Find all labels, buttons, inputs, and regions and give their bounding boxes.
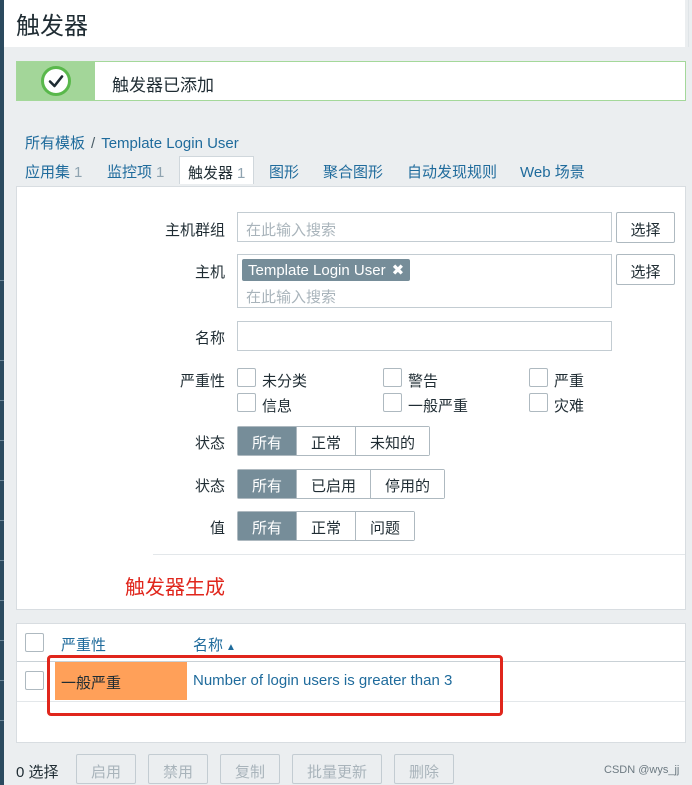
enable-button[interactable]: 启用 [76,754,136,784]
value-segmented-control: 所有 正常 问题 [237,511,416,541]
page-title: 触发器 [16,13,88,40]
severity-label-disaster: 灾难 [554,398,585,415]
host-group-label: 主机群组 [164,222,225,239]
breadcrumb-current[interactable]: Template Login User [101,135,239,152]
mass-update-button[interactable]: 批量更新 [292,754,382,784]
severity-label: 严重性 [179,373,225,390]
tab-discovery-rules[interactable]: 自动发现规则 [399,156,505,184]
severity-checkbox-warning[interactable] [383,368,402,387]
selected-count: 0 选择 [16,764,59,781]
breadcrumb-root[interactable]: 所有模板 [25,135,85,152]
breadcrumb: 所有模板 / Template Login User [25,132,239,153]
tab-triggers[interactable]: 触发器 1 [179,156,255,184]
state-option-unknown[interactable]: 未知的 [356,427,430,455]
host-label: 主机 [194,264,225,281]
sort-asc-icon: ▲ [226,642,236,653]
value-option-all[interactable]: 所有 [238,512,298,540]
severity-label-warning: 警告 [408,373,439,390]
remove-tag-icon[interactable]: ✖ [392,262,405,279]
host-tag: Template Login User ✖ [242,259,411,281]
severity-checkbox-disaster[interactable] [529,393,548,412]
highlight-box [47,655,503,716]
page-header: 触发器 [4,0,689,47]
host-search-placeholder[interactable]: 在此输入搜索 [246,286,336,307]
state-label: 状态 [194,435,225,452]
host-multiselect[interactable]: Template Login User ✖ 在此输入搜索 [237,254,612,308]
status-label: 状态 [194,478,225,495]
copy-button[interactable]: 复制 [220,754,280,784]
state-option-all[interactable]: 所有 [238,427,298,455]
tab-applications[interactable]: 应用集 1 [17,156,90,184]
value-label: 值 [209,520,225,537]
host-select-button[interactable]: 选择 [616,254,675,285]
disable-button[interactable]: 禁用 [148,754,208,784]
value-option-ok[interactable]: 正常 [297,512,357,540]
annotation-text: 触发器生成 [125,577,225,599]
status-segmented-control: 所有 已启用 停用的 [237,469,446,499]
message-icon-box [17,62,95,100]
tab-web-scenarios[interactable]: Web 场景 [512,156,593,184]
select-all-checkbox[interactable] [25,633,44,652]
status-option-enabled[interactable]: 已启用 [297,470,372,498]
footer-actions: 0 选择 启用 禁用 复制 批量更新 删除 CSDN @wys_jj [0,752,692,785]
status-option-disabled[interactable]: 停用的 [371,470,445,498]
header-severity[interactable]: 严重性 [61,634,106,655]
value-option-problem[interactable]: 问题 [356,512,415,540]
check-icon [41,66,71,96]
state-option-normal[interactable]: 正常 [297,427,357,455]
filter-panel: 主机群组 在此输入搜索 选择 主机 Template Login User ✖ 在… [16,186,686,610]
breadcrumb-separator: / [91,135,96,152]
severity-checkbox-not-classified[interactable] [237,368,256,387]
watermark: CSDN @wys_jj [604,764,680,776]
row-checkbox[interactable] [25,671,44,690]
delete-button[interactable]: 删除 [394,754,454,784]
host-group-select-button[interactable]: 选择 [616,212,675,243]
severity-checkbox-information[interactable] [237,393,256,412]
state-segmented-control: 所有 正常 未知的 [237,426,431,456]
severity-checkbox-high[interactable] [529,368,548,387]
severity-checkbox-average[interactable] [383,393,402,412]
sidebar-edge [0,0,4,785]
tab-graphs[interactable]: 图形 [261,156,307,184]
filter-divider [153,554,685,555]
success-message: 触发器已添加 [16,61,686,101]
severity-label-average: 一般严重 [408,398,469,415]
status-option-all[interactable]: 所有 [238,470,298,498]
tab-items[interactable]: 监控项 1 [99,156,172,184]
severity-label-information: 信息 [262,398,293,415]
message-text: 触发器已添加 [112,76,214,95]
severity-label-not-classified: 未分类 [262,373,308,390]
severity-label-high: 严重 [554,373,585,390]
name-input[interactable] [237,321,612,351]
header-name[interactable]: 名称 ▲ [193,634,236,655]
tab-screens[interactable]: 聚合图形 [315,156,391,184]
host-group-input[interactable]: 在此输入搜索 [237,212,612,242]
name-label: 名称 [194,330,225,347]
